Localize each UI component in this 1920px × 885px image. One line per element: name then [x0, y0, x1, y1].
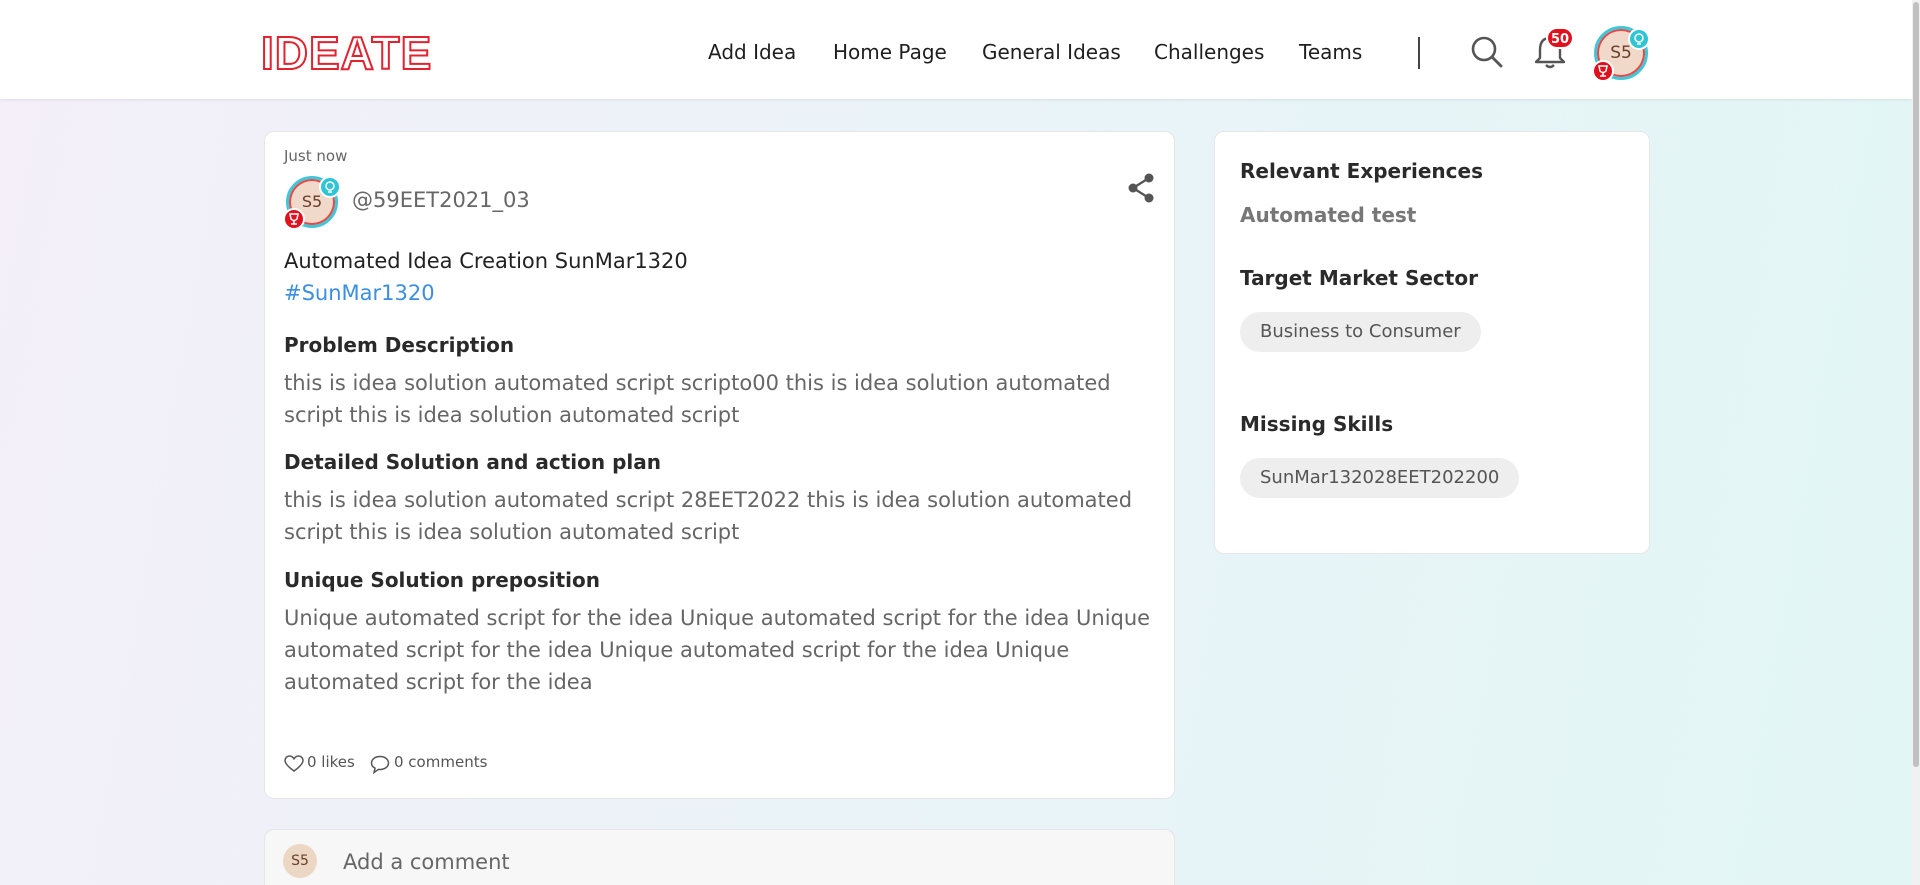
idea-badge-icon — [1628, 28, 1650, 50]
nav-home-page[interactable]: Home Page — [833, 40, 947, 64]
section-heading-solution: Detailed Solution and action plan — [284, 450, 662, 474]
likes-count[interactable]: 0 likes — [307, 753, 355, 771]
nav-challenges[interactable]: Challenges — [1154, 40, 1264, 64]
nav-general-ideas[interactable]: General Ideas — [982, 40, 1121, 64]
missing-skill-chip: SunMar132028EET202200 — [1240, 458, 1520, 498]
section-heading-unique: Unique Solution preposition — [284, 568, 600, 592]
relevant-experiences-label: Relevant Experiences — [1240, 159, 1483, 183]
idea-details-card: Relevant Experiences Automated test Targ… — [1214, 131, 1650, 554]
ideate-logo[interactable]: IDEATE — [260, 29, 432, 77]
post-timestamp: Just now — [284, 147, 348, 165]
comment-icon[interactable] — [370, 755, 390, 774]
search-icon[interactable] — [1470, 35, 1504, 69]
relevant-experiences-value: Automated test — [1240, 203, 1417, 227]
missing-skills-label: Missing Skills — [1240, 412, 1394, 436]
comments-count[interactable]: 0 comments — [394, 753, 487, 771]
author-handle[interactable]: @59EET2021_03 — [352, 188, 530, 212]
share-icon[interactable] — [1126, 172, 1156, 204]
nav-divider — [1418, 37, 1420, 69]
page-scrollbar-thumb[interactable] — [1913, 2, 1919, 767]
author-idea-badge-icon — [319, 176, 341, 198]
heart-icon[interactable] — [284, 755, 304, 773]
comment-input[interactable] — [343, 846, 1143, 878]
nav-add-idea[interactable]: Add Idea — [708, 40, 796, 64]
trophy-badge-icon — [1592, 60, 1614, 82]
post-hashtag[interactable]: #SunMar1320 — [284, 281, 435, 305]
section-body-unique: Unique automated script for the idea Uni… — [284, 606, 1151, 694]
section-body-problem: this is idea solution automated script s… — [284, 371, 1111, 427]
author-trophy-badge-icon — [283, 208, 305, 230]
notification-count-badge[interactable]: 50 — [1546, 27, 1574, 49]
nav-teams[interactable]: Teams — [1299, 40, 1362, 64]
add-comment-bar: S5 — [264, 829, 1175, 885]
target-market-label: Target Market Sector — [1240, 266, 1478, 290]
idea-post-card: Just now S5 @59EET2021_03 Automated Idea… — [264, 131, 1175, 799]
target-market-chip: Business to Consumer — [1240, 312, 1481, 352]
section-body-solution: this is idea solution automated script 2… — [284, 488, 1133, 544]
post-title: Automated Idea Creation SunMar1320 — [284, 249, 688, 273]
top-navbar: IDEATE Add Idea Home Page General Ideas … — [0, 0, 1912, 99]
section-heading-problem: Problem Description — [284, 333, 515, 357]
commenter-avatar: S5 — [283, 844, 317, 878]
